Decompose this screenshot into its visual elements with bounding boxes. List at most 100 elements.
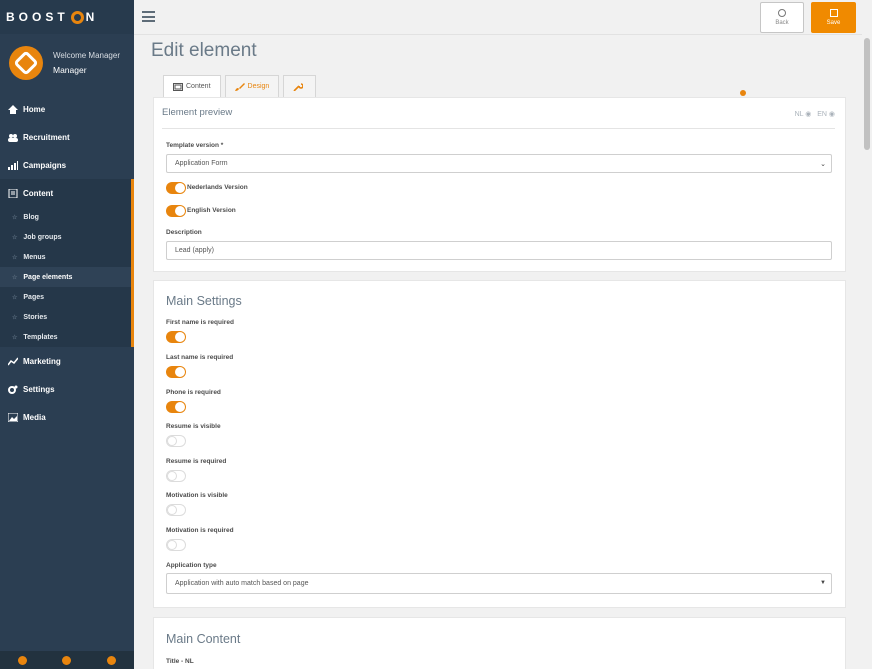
sidebar-footer [0, 651, 134, 669]
chart-icon [8, 357, 18, 366]
last-name-required-toggle[interactable] [166, 366, 186, 378]
main-settings-heading: Main Settings [166, 294, 242, 308]
first-name-required-toggle[interactable] [166, 331, 186, 343]
lang-en-link[interactable]: EN [817, 111, 827, 118]
image-icon [8, 412, 18, 422]
subnav-label: Blog [23, 213, 39, 221]
nav-label: Recruitment [23, 132, 70, 142]
brush-icon [234, 82, 245, 91]
star-icon: ☆ [12, 254, 18, 261]
wrench-icon [293, 82, 304, 91]
star-icon: ☆ [12, 294, 18, 301]
gears-icon [8, 385, 18, 394]
main-settings-card: Main Settings First name is required Las… [153, 280, 846, 608]
template-version-value: Application Form [175, 160, 228, 167]
nav-item-recruitment[interactable]: Recruitment [0, 123, 134, 151]
page-title: Edit element [151, 40, 257, 61]
main-content-card: Main Content Title - NL [153, 617, 846, 669]
resume-visible-toggle[interactable] [166, 435, 186, 447]
topbar: Back Save [134, 0, 862, 35]
nav-label: Marketing [23, 356, 61, 366]
back-circle-icon [778, 9, 786, 17]
subnav-label: Templates [23, 333, 58, 341]
home-icon [8, 104, 18, 114]
star-icon: ☆ [12, 274, 18, 281]
file-icon [8, 188, 18, 198]
language-preview-links: NL ◉ EN ◉ [795, 110, 835, 118]
logo-text-right: N [85, 10, 99, 24]
setting-label: Motivation is required [166, 527, 234, 534]
star-icon: ☆ [12, 334, 18, 341]
nav-label: Campaigns [23, 160, 67, 170]
signal-icon [8, 160, 18, 170]
main-content: Edit element Content Design Element prev… [134, 36, 862, 669]
avatar[interactable] [9, 46, 43, 80]
star-icon: ☆ [12, 314, 18, 321]
logo-text-left: BOOST [6, 10, 69, 24]
motivation-visible-toggle[interactable] [166, 504, 186, 516]
subnav-label: Menus [23, 253, 46, 261]
mouse-cursor-indicator [740, 90, 746, 96]
nederlands-version-toggle[interactable] [166, 182, 186, 194]
users-icon [8, 133, 18, 142]
save-floppy-icon [829, 9, 838, 17]
tab-tools[interactable] [283, 75, 317, 97]
globe-icon[interactable] [62, 655, 72, 665]
star-icon: ☆ [12, 234, 18, 241]
application-type-label: Application type [166, 562, 217, 569]
sidebar: BOOST N Welcome Manager Manager Home Rec… [0, 0, 134, 669]
back-button[interactable]: Back [760, 2, 804, 33]
tab-design[interactable]: Design [224, 75, 280, 97]
nav-label: Home [23, 104, 46, 114]
content-subnav: ☆ Blog ☆ Job groups ☆ Menus ☆ Page elements … [0, 207, 134, 347]
motivation-required-toggle[interactable] [166, 539, 186, 551]
nav-label: Settings [23, 384, 55, 394]
subnav-item-blog[interactable]: ☆ Blog [0, 207, 131, 227]
subnav-item-templates[interactable]: ☆ Templates [0, 327, 131, 347]
nav-item-home[interactable]: Home [0, 95, 134, 123]
nav-item-content[interactable]: Content [0, 179, 134, 207]
brand-logo[interactable]: BOOST N [0, 0, 134, 34]
power-icon[interactable] [107, 655, 117, 665]
template-version-label: Template version * [166, 142, 224, 149]
lang-nl-link[interactable]: NL [795, 111, 804, 118]
subnav-item-job-groups[interactable]: ☆ Job groups [0, 227, 131, 247]
description-input[interactable]: Lead (apply) [166, 241, 832, 260]
user-circle-icon[interactable] [17, 655, 27, 665]
subnav-item-pages[interactable]: ☆ Pages [0, 287, 131, 307]
nav-label: Content [23, 188, 54, 198]
page-scrollbar[interactable] [862, 0, 872, 669]
template-version-select[interactable]: Application Form ⌄ [166, 154, 832, 173]
scrollbar-thumb[interactable] [864, 38, 870, 150]
nav-item-settings[interactable]: Settings [0, 375, 134, 403]
nav-item-marketing[interactable]: Marketing [0, 347, 134, 375]
hamburger-menu-icon[interactable] [142, 11, 155, 22]
eye-icon[interactable]: ◉ [829, 111, 835, 118]
user-role: Manager [53, 65, 87, 75]
user-panel: Welcome Manager Manager [0, 34, 134, 92]
nederlands-version-label: Nederlands Version [187, 184, 248, 191]
subnav-item-menus[interactable]: ☆ Menus [0, 247, 131, 267]
phone-required-toggle[interactable] [166, 401, 186, 413]
subnav-item-page-elements[interactable]: ☆ Page elements [0, 267, 131, 287]
subnav-item-stories[interactable]: ☆ Stories [0, 307, 131, 327]
english-version-toggle[interactable] [166, 205, 186, 217]
nav-item-media[interactable]: Media [0, 403, 134, 431]
setting-label: Phone is required [166, 389, 221, 396]
resume-required-toggle[interactable] [166, 470, 186, 482]
caret-down-icon: ▼ [820, 580, 826, 586]
save-button[interactable]: Save [811, 2, 856, 33]
back-label: Back [775, 20, 789, 26]
eye-icon[interactable]: ◉ [805, 111, 811, 118]
english-version-label: English Version [187, 207, 236, 214]
nav-item-campaigns[interactable]: Campaigns [0, 151, 134, 179]
subnav-label: Stories [23, 313, 48, 321]
application-type-select[interactable]: Application with auto match based on pag… [166, 573, 832, 594]
welcome-text: Welcome Manager [53, 51, 120, 60]
main-content-heading: Main Content [166, 632, 241, 646]
logo-o-icon [70, 10, 84, 24]
setting-label: Last name is required [166, 354, 234, 361]
subnav-label: Pages [23, 293, 45, 301]
divider [162, 128, 835, 129]
tab-content[interactable]: Content [163, 75, 221, 97]
